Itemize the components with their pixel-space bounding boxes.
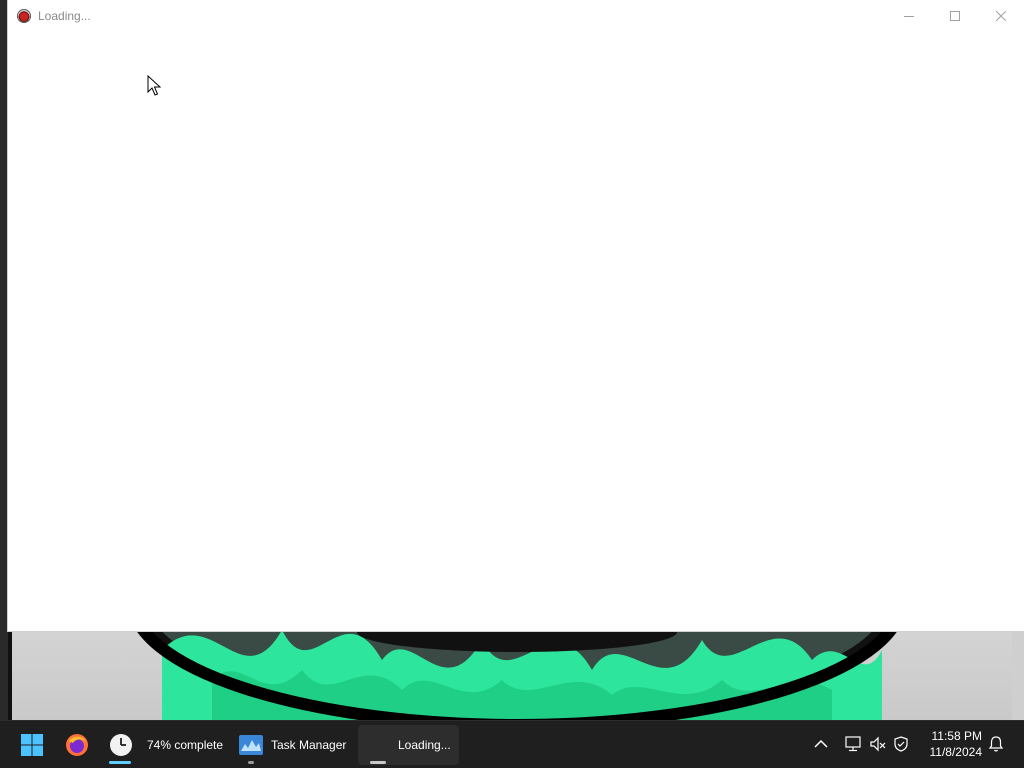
network-button[interactable] <box>844 735 862 753</box>
notifications-button[interactable] <box>987 735 1005 753</box>
caption-buttons <box>886 0 1024 31</box>
clock-time: 11:58 PM <box>931 729 982 743</box>
close-button[interactable] <box>978 0 1024 31</box>
volume-button[interactable] <box>869 735 887 753</box>
app-loading-icon <box>368 735 388 755</box>
app-icon <box>17 8 31 23</box>
clock-icon <box>110 734 132 756</box>
windows-start-icon <box>21 734 43 756</box>
firefox-icon <box>66 734 88 756</box>
window-title: Loading... <box>38 8 91 23</box>
taskbar-task-manager-label: Task Manager <box>271 738 347 752</box>
taskbar-loading-label: Loading... <box>398 738 451 752</box>
window-client-area[interactable] <box>8 31 1024 631</box>
minimize-button[interactable] <box>886 0 932 31</box>
notification-bell-icon <box>988 736 1004 752</box>
volume-muted-icon <box>870 736 886 752</box>
minimize-icon <box>904 15 914 17</box>
clock-date: 11/8/2024 <box>929 745 983 759</box>
task-manager-icon <box>239 735 263 755</box>
maximize-button[interactable] <box>932 0 978 31</box>
taskbar: 74% complete Task Manager Loading... 11:… <box>0 720 1024 768</box>
mouse-cursor-icon <box>147 75 161 96</box>
taskbar-clock[interactable]: 11:58 PM 11/8/2024 <box>930 728 983 760</box>
security-button[interactable] <box>892 735 910 753</box>
close-icon <box>996 10 1006 21</box>
running-indicator <box>370 761 386 764</box>
chevron-up-icon <box>814 739 828 748</box>
taskbar-loading-app[interactable]: Loading... <box>358 725 459 765</box>
show-hidden-icons-button[interactable] <box>812 735 830 753</box>
maximize-icon <box>950 10 960 21</box>
taskbar-progress-label: 74% complete <box>147 738 224 752</box>
shield-icon <box>894 736 908 752</box>
wallpaper-edge <box>0 0 8 720</box>
taskbar-progress-item[interactable]: 74% complete <box>103 725 225 765</box>
taskbar-firefox[interactable] <box>57 725 97 765</box>
taskbar-task-manager[interactable]: Task Manager <box>233 725 351 765</box>
start-button[interactable] <box>12 725 52 765</box>
running-indicator <box>248 761 254 764</box>
running-indicator <box>109 761 131 764</box>
window-titlebar[interactable]: Loading... <box>8 0 1024 31</box>
network-icon <box>845 736 861 752</box>
